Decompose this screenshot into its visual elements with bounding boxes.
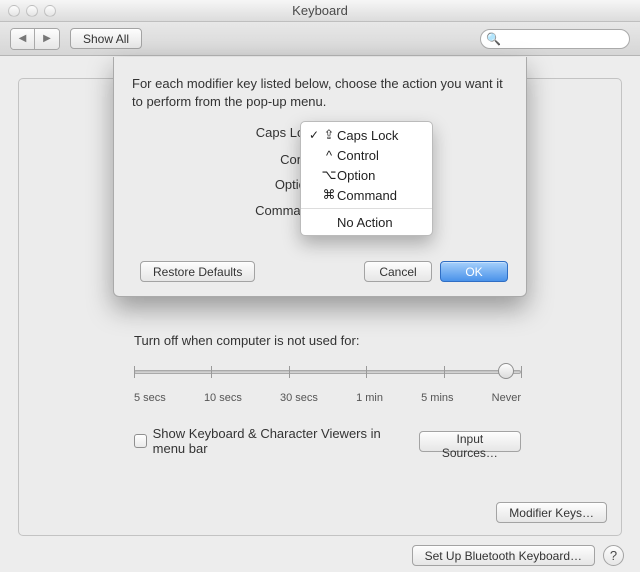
tick-label: 30 secs xyxy=(280,392,318,404)
slider-thumb[interactable] xyxy=(498,363,514,379)
modifier-keys-button[interactable]: Modifier Keys… xyxy=(496,502,607,523)
bluetooth-keyboard-button[interactable]: Set Up Bluetooth Keyboard… xyxy=(412,545,595,566)
minimize-window-button[interactable] xyxy=(26,5,38,17)
back-button[interactable]: ◀ xyxy=(11,29,35,49)
turnoff-label: Turn off when computer is not used for: xyxy=(134,333,521,348)
menu-item-noaction[interactable]: No Action xyxy=(301,212,432,232)
help-button[interactable]: ? xyxy=(603,545,624,566)
tick-label: Never xyxy=(492,392,521,404)
idle-slider[interactable] xyxy=(134,362,521,388)
nav-segment: ◀ ▶ xyxy=(10,28,60,50)
forward-button[interactable]: ▶ xyxy=(35,29,59,49)
restore-defaults-button[interactable]: Restore Defaults xyxy=(140,261,255,282)
sheet-intro: For each modifier key listed below, choo… xyxy=(132,75,508,110)
tick-label: 5 mins xyxy=(421,392,453,404)
search-input[interactable] xyxy=(480,29,630,49)
show-all-button[interactable]: Show All xyxy=(70,28,142,49)
cancel-button[interactable]: Cancel xyxy=(364,261,432,282)
window-title: Keyboard xyxy=(0,3,640,18)
menu-item-option[interactable]: ⌥ Option xyxy=(301,165,432,185)
close-window-button[interactable] xyxy=(8,5,20,17)
capslock-menu: ✓ ⇪ Caps Lock ^ Control ⌥ Option ⌘ Comma… xyxy=(300,121,433,236)
check-icon: ✓ xyxy=(307,128,321,142)
show-viewers-checkbox[interactable] xyxy=(134,434,147,448)
menu-item-capslock[interactable]: ✓ ⇪ Caps Lock xyxy=(301,125,432,145)
show-viewers-label: Show Keyboard & Character Viewers in men… xyxy=(153,426,407,456)
search-icon: 🔍 xyxy=(486,32,501,46)
tick-label: 1 min xyxy=(356,392,383,404)
zoom-window-button[interactable] xyxy=(44,5,56,17)
menu-item-control[interactable]: ^ Control xyxy=(301,145,432,165)
menu-separator xyxy=(301,208,432,209)
input-sources-button[interactable]: Input Sources… xyxy=(419,431,521,452)
menu-item-command[interactable]: ⌘ Command xyxy=(301,185,432,205)
tick-label: 10 secs xyxy=(204,392,242,404)
ok-button[interactable]: OK xyxy=(440,261,508,282)
tick-label: 5 secs xyxy=(134,392,166,404)
